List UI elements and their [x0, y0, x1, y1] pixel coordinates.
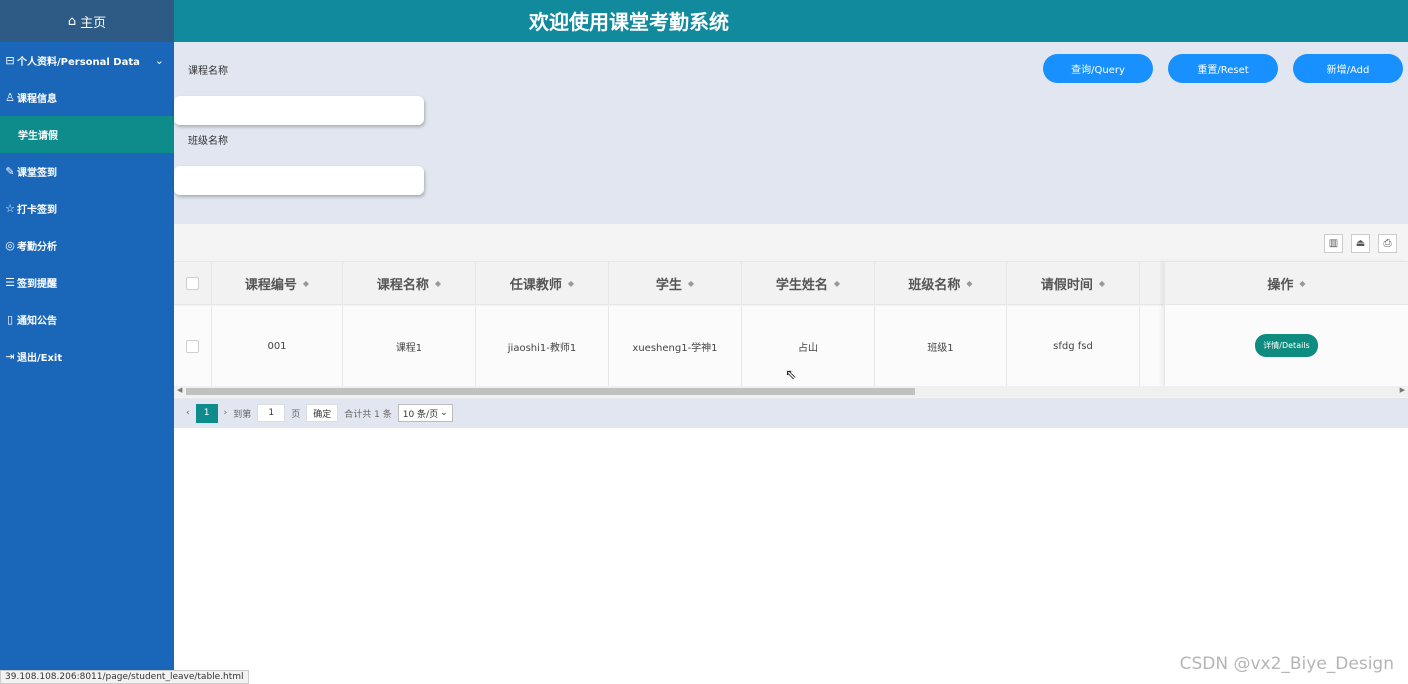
list-icon: ☰ [5, 276, 15, 289]
sidebar-item-attendance-analysis[interactable]: ◎ 考勤分析 [0, 227, 174, 264]
user-card-icon: ⊟ [5, 54, 15, 67]
status-url: 39.108.108.206:8011/page/student_leave/t… [0, 670, 249, 684]
sidebar-item-label: 课堂签到 [17, 168, 57, 179]
sort-icon[interactable]: ◆ [435, 279, 441, 288]
row-checkbox-cell [174, 306, 212, 386]
sidebar-item-label: 学生请假 [18, 131, 58, 142]
cell-course-no: 001 [212, 306, 343, 386]
column-header-student-name[interactable]: 学生姓名 ◆ [742, 262, 875, 304]
page-unit-label: 页 [291, 409, 301, 420]
sort-icon[interactable]: ◆ [688, 279, 694, 288]
sidebar-item-punch-signin[interactable]: ☆ 打卡签到 [0, 190, 174, 227]
sidebar-item-label: 签到提醒 [17, 279, 57, 290]
horizontal-scrollbar[interactable]: ◀ ▶ [174, 386, 1408, 397]
page-title: 欢迎使用课堂考勤系统 [529, 10, 729, 34]
column-header-action[interactable]: 操作 ◆ [1165, 261, 1408, 305]
column-header-course-name[interactable]: 课程名称 ◆ [343, 262, 476, 304]
sort-icon[interactable]: ◆ [1099, 279, 1105, 288]
doc-icon: ▯ [6, 313, 14, 326]
goto-page-input[interactable]: 1 [257, 404, 286, 422]
query-button[interactable]: 查询/Query [1043, 54, 1153, 83]
print-icon[interactable]: ⎙ [1378, 234, 1397, 253]
course-name-input[interactable] [174, 96, 424, 125]
sidebar-item-signin-reminder[interactable]: ☰ 签到提醒 [0, 264, 174, 301]
details-button[interactable]: 详情/Details [1255, 334, 1318, 357]
reset-button[interactable]: 重置/Reset [1168, 54, 1278, 83]
column-header-class-name[interactable]: 班级名称 ◆ [875, 262, 1007, 304]
cell-student: xuesheng1-学神1 [609, 306, 742, 386]
search-panel: 课程名称 班级名称 查询/Query 重置/Reset 新增/Add [174, 42, 1408, 224]
cell-student-name: 占山 [742, 306, 875, 386]
select-all-checkbox-cell [174, 262, 212, 304]
sidebar-item-label: 通知公告 [17, 316, 57, 327]
sidebar-item-label: 考勤分析 [17, 242, 57, 253]
chevron-down-icon: ⌄ [154, 54, 164, 67]
goto-label: 到第 [233, 409, 252, 420]
table-panel: ▥ ⏏ ⎙ 课程编号 ◆ 课程名称 ◆ 任课教师 ◆ 学生 ◆ 学生姓名 ◆ 班级名称 ◆ … [174, 224, 1408, 428]
table-toolbar: ▥ ⏏ ⎙ [1324, 234, 1397, 253]
cell-course-name: 课程1 [343, 306, 476, 386]
sort-icon[interactable]: ◆ [303, 279, 309, 288]
top-header: 欢迎使用课堂考勤系统 [174, 0, 1408, 42]
sidebar-item-notices[interactable]: ▯ 通知公告 [0, 301, 174, 338]
scroll-right-icon[interactable]: ▶ [1400, 386, 1405, 394]
column-header-teacher[interactable]: 任课教师 ◆ [476, 262, 609, 304]
next-page-icon[interactable]: › [224, 408, 228, 418]
user-icon: ♙ [5, 91, 15, 104]
column-header-leave-time[interactable]: 请假时间 ◆ [1007, 262, 1140, 304]
class-name-input[interactable] [174, 166, 424, 195]
pagination: ‹ 1 › 到第 1 页 确定 合计共 1 条 10 条/页 ⌄ [174, 398, 1408, 428]
chevron-down-icon: ⌄ [440, 408, 448, 418]
home-label: 主页 [80, 15, 107, 31]
total-count: 合计共 1 条 [344, 409, 392, 420]
add-button[interactable]: 新增/Add [1293, 54, 1403, 83]
sidebar-item-class-signin[interactable]: ✎ 课堂签到 [0, 153, 174, 190]
select-all-checkbox[interactable] [186, 276, 199, 290]
column-header-course-no[interactable]: 课程编号 ◆ [212, 262, 343, 304]
sort-icon[interactable]: ◆ [568, 279, 574, 288]
columns-icon[interactable]: ▥ [1324, 234, 1343, 253]
goto-confirm-button[interactable]: 确定 [306, 404, 339, 422]
watermark: CSDN @vx2_Biye_Design [1179, 654, 1394, 674]
sidebar-item-label: 退出/Exit [17, 353, 63, 364]
sort-icon[interactable]: ◆ [1299, 279, 1305, 288]
star-icon: ☆ [5, 202, 15, 215]
pencil-icon: ✎ [5, 165, 15, 178]
cell-class-name: 班级1 [875, 306, 1007, 386]
sidebar-item-personal-data[interactable]: ⊟ 个人资料/Personal Data ⌄ [0, 42, 174, 79]
sidebar: ⌂ 主页 ⊟ 个人资料/Personal Data ⌄ ♙ 课程信息 学生请假 … [0, 0, 174, 684]
sidebar-item-course-info[interactable]: ♙ 课程信息 [0, 79, 174, 116]
exit-icon: ⇥ [5, 350, 15, 363]
mouse-cursor-icon: ⇖ [785, 367, 797, 383]
action-cell: 详情/Details [1165, 305, 1408, 386]
prev-page-icon[interactable]: ‹ [186, 408, 190, 418]
course-name-label: 课程名称 [188, 66, 228, 77]
page-size-select[interactable]: 10 条/页 ⌄ [397, 404, 453, 422]
row-checkbox[interactable] [186, 339, 199, 353]
class-name-label: 班级名称 [188, 136, 228, 147]
current-page[interactable]: 1 [195, 403, 218, 423]
sort-icon[interactable]: ◆ [834, 279, 840, 288]
cell-teacher: jiaoshi1-教师1 [476, 306, 609, 386]
export-icon[interactable]: ⏏ [1351, 234, 1370, 253]
sidebar-item-label: 课程信息 [17, 94, 57, 105]
scroll-left-icon[interactable]: ◀ [177, 386, 182, 394]
column-header-student[interactable]: 学生 ◆ [609, 262, 742, 304]
sidebar-item-label: 个人资料/Personal Data [17, 57, 140, 68]
sidebar-item-exit[interactable]: ⇥ 退出/Exit [0, 338, 174, 375]
sort-icon[interactable]: ◆ [966, 279, 972, 288]
cell-leave-time: sfdg fsd [1007, 306, 1140, 386]
scroll-thumb[interactable] [186, 388, 915, 395]
home-icon: ⌂ [67, 13, 77, 29]
chart-icon: ◎ [5, 239, 15, 252]
home-link[interactable]: ⌂ 主页 [0, 0, 174, 42]
action-column: 操作 ◆ 详情/Details [1164, 261, 1408, 386]
sidebar-item-label: 打卡签到 [17, 205, 57, 216]
sidebar-item-student-leave[interactable]: 学生请假 [0, 116, 174, 153]
